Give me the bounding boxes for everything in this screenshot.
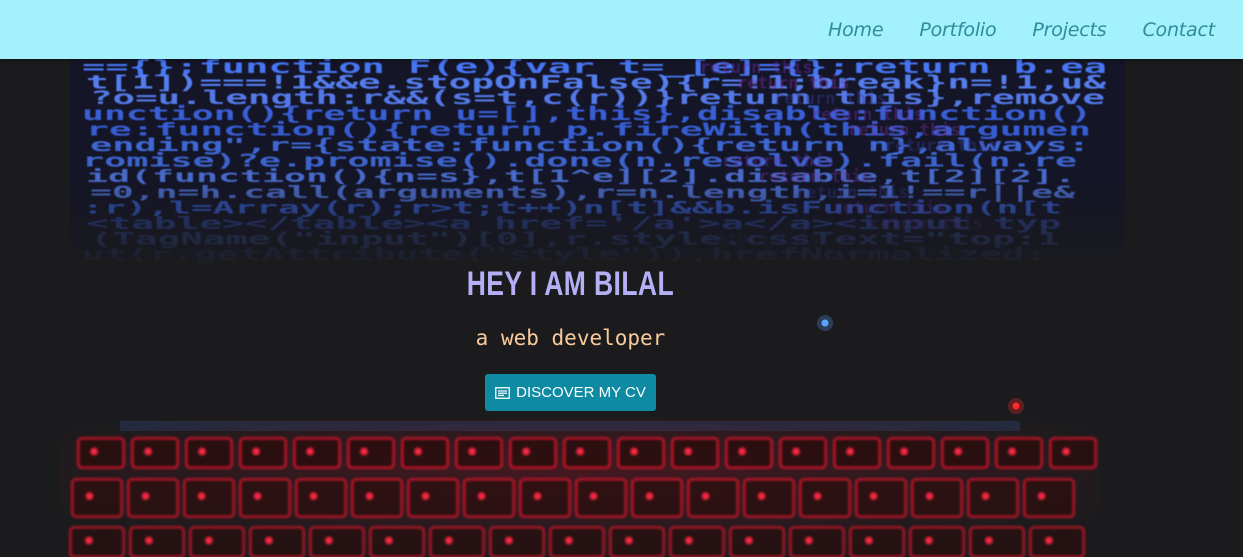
- nav-link-projects[interactable]: Projects: [1032, 19, 1106, 41]
- hero-title: HEY I AM BILAL: [466, 265, 675, 303]
- document-icon: [495, 386, 511, 399]
- nav-link-home[interactable]: Home: [828, 19, 884, 41]
- discover-cv-label: DISCOVER MY CV: [516, 384, 646, 401]
- hero-subtitle: a web developer: [475, 326, 666, 350]
- hero-section: =={};function F(e){var t=_[e]={};return …: [0, 59, 1243, 557]
- hero-content: HEY I AM BILAL a web developer DISCOVER …: [0, 59, 1243, 557]
- nav-links: Home Portfolio Projects Contact: [828, 0, 1215, 59]
- nav-link-contact[interactable]: Contact: [1142, 19, 1215, 41]
- nav-link-portfolio[interactable]: Portfolio: [919, 19, 996, 41]
- discover-cv-button[interactable]: DISCOVER MY CV: [485, 374, 656, 411]
- top-navbar: Home Portfolio Projects Contact: [0, 0, 1243, 59]
